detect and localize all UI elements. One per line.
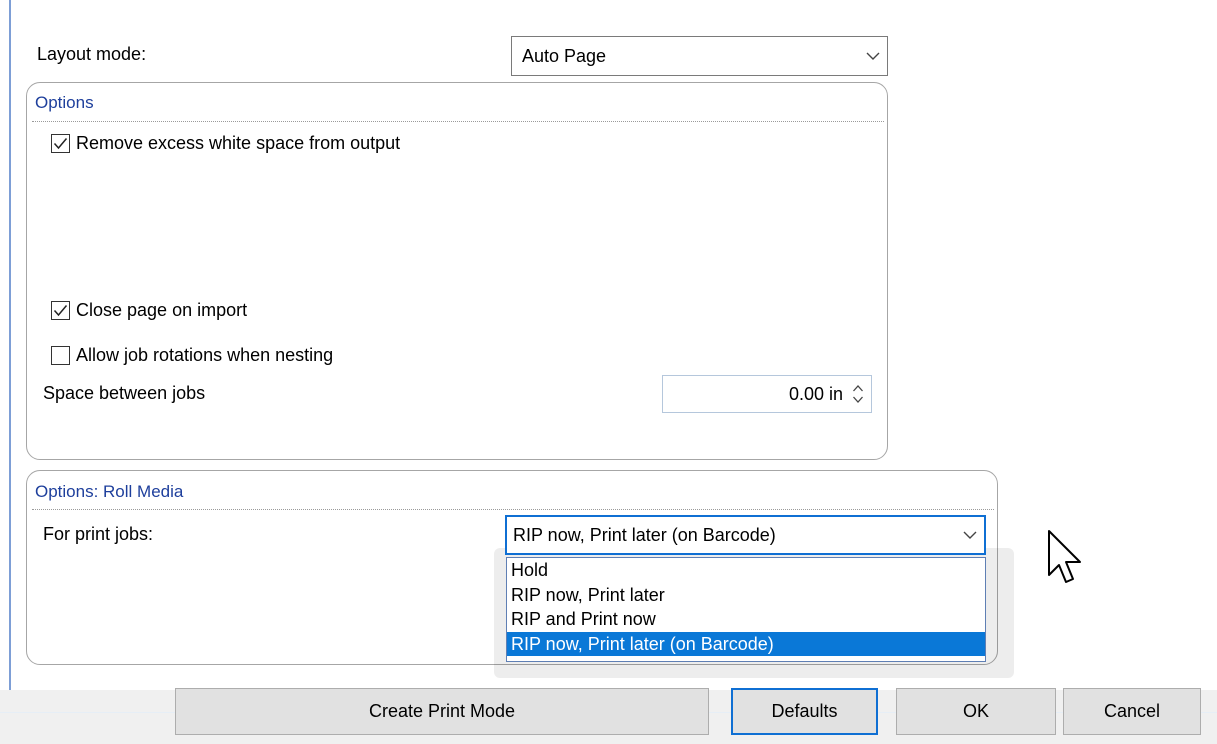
dropdown-option[interactable]: RIP and Print now: [507, 607, 985, 632]
layout-mode-label: Layout mode:: [37, 44, 147, 64]
allow-rotations-checkbox[interactable]: [51, 345, 70, 365]
for-print-jobs-label: For print jobs:: [43, 524, 154, 544]
options-group-title: Options: [35, 93, 94, 112]
checkmark-icon: [53, 304, 68, 316]
left-border: [9, 0, 11, 690]
close-page-checkbox[interactable]: [51, 300, 70, 320]
allow-rotations-option[interactable]: Allow job rotations when nesting: [51, 343, 333, 367]
options-separator: [32, 121, 884, 122]
up-down-arrows-icon[interactable]: [849, 376, 867, 412]
space-between-jobs-value: 0.00 in: [788, 383, 843, 404]
close-page-option[interactable]: Close page on import: [51, 298, 247, 322]
close-page-label: Close page on import: [76, 299, 248, 320]
dropdown-option-selected[interactable]: RIP now, Print later (on Barcode): [507, 631, 985, 656]
dropdown-option[interactable]: RIP now, Print later: [507, 583, 985, 608]
space-between-jobs-spinner[interactable]: 0.00 in: [662, 375, 872, 413]
remove-whitespace-option[interactable]: Remove excess white space from output: [51, 131, 400, 155]
roll-media-separator: [32, 509, 994, 510]
dropdown-option[interactable]: Hold: [507, 558, 985, 583]
defaults-button[interactable]: Defaults: [731, 688, 878, 735]
print-jobs-dropdown[interactable]: RIP now, Print later (on Barcode): [505, 515, 986, 555]
print-jobs-value: RIP now, Print later (on Barcode): [513, 524, 776, 545]
layout-mode-value: Auto Page: [522, 45, 607, 66]
print-jobs-dropdown-list: Hold RIP now, Print later RIP and Print …: [506, 557, 986, 662]
mouse-pointer-icon: [1045, 528, 1091, 593]
chevron-down-icon: [859, 37, 887, 75]
remove-whitespace-checkbox[interactable]: [51, 133, 70, 153]
create-print-mode-button[interactable]: Create Print Mode: [175, 688, 709, 735]
cancel-button[interactable]: Cancel: [1063, 688, 1201, 735]
layout-mode-dropdown[interactable]: Auto Page: [511, 36, 888, 76]
ok-button[interactable]: OK: [896, 688, 1056, 735]
roll-media-group-title: Options: Roll Media: [35, 482, 184, 501]
chevron-down-icon: [956, 517, 984, 553]
allow-rotations-label: Allow job rotations when nesting: [76, 344, 334, 365]
remove-whitespace-label: Remove excess white space from output: [76, 132, 401, 153]
checkmark-icon: [53, 137, 68, 149]
space-between-jobs-label: Space between jobs: [43, 383, 206, 403]
